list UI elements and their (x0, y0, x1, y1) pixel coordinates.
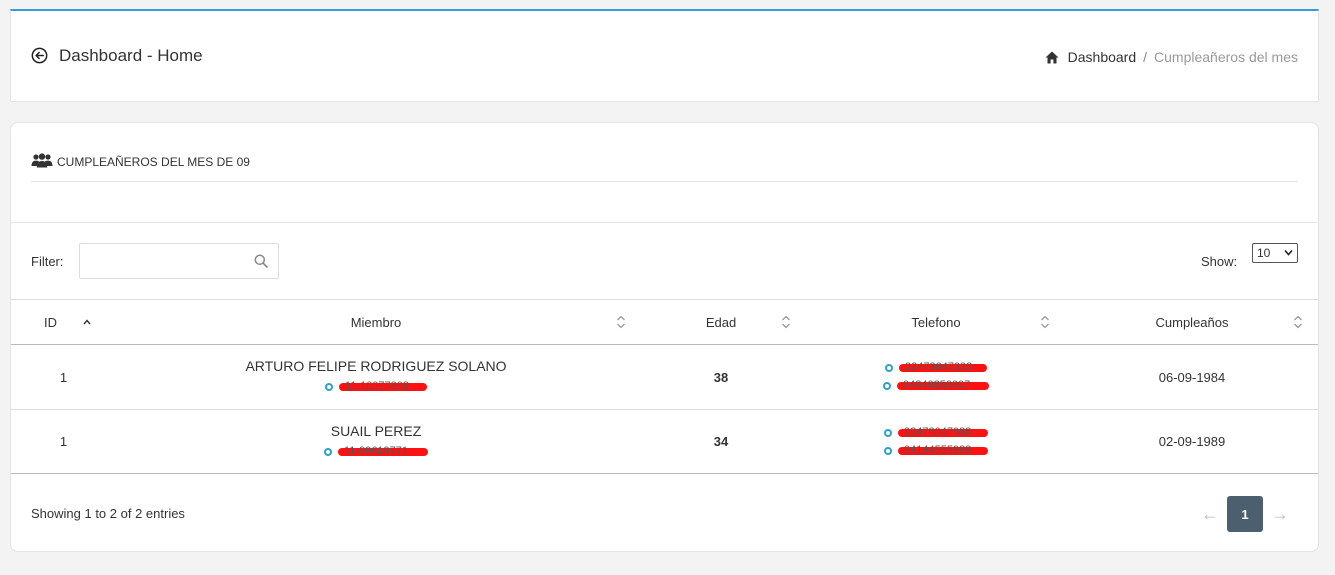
table-row: 1 ARTURO FELIPE RODRIGUEZ SOLANO 11-1007… (11, 344, 1318, 410)
back-arrow-icon[interactable] (31, 47, 48, 64)
cell-id: 1 (11, 344, 116, 410)
cell-birthday: 06-09-1984 (1066, 344, 1318, 410)
redacted-phone: 22473047333 (899, 361, 987, 373)
section-header: CUMPLEAÑEROS DEL MES DE 09 (31, 151, 1298, 182)
page-title: Dashboard - Home (59, 46, 203, 65)
column-label: Edad (705, 314, 737, 330)
sort-icon (617, 315, 625, 329)
column-label: Telefono (911, 314, 961, 330)
home-icon (1045, 51, 1059, 63)
column-header-telefono[interactable]: Telefono (806, 299, 1066, 345)
cell-member: ARTURO FELIPE RODRIGUEZ SOLANO 11-100778… (116, 344, 636, 410)
cell-age: 38 (636, 344, 806, 410)
column-label: Miembro (350, 314, 402, 330)
birthdays-panel: CUMPLEAÑEROS DEL MES DE 09 Filter: Show:… (10, 122, 1319, 552)
section-title: CUMPLEAÑEROS DEL MES DE 09 (57, 155, 250, 169)
circle-bullet-icon (883, 382, 891, 390)
column-header-cumpleanos[interactable]: Cumpleaños (1066, 299, 1318, 345)
cell-birthday: 02-09-1989 (1066, 409, 1318, 474)
sort-ascending-icon (83, 319, 91, 325)
breadcrumb-current: Cumpleañeros del mes (1154, 49, 1298, 65)
search-icon (254, 254, 268, 268)
filter-field (79, 243, 279, 279)
table-row: 1 SUAIL PEREZ 11-99619771 34 22478047988… (11, 409, 1318, 474)
column-header-id[interactable]: ID (11, 299, 116, 345)
sort-icon (1041, 315, 1049, 329)
sort-icon (782, 315, 790, 329)
circle-bullet-icon (885, 364, 893, 372)
divider (11, 222, 1318, 223)
column-label: Cumpleaños (1155, 314, 1229, 330)
breadcrumb-separator: / (1143, 49, 1148, 65)
breadcrumb-dashboard-link[interactable]: Dashboard (1068, 49, 1137, 65)
birthdays-table: ID Miembro Edad Telefono Cumpleaños 1 AR… (11, 299, 1318, 474)
circle-bullet-icon (884, 428, 892, 437)
cell-id: 1 (11, 409, 116, 474)
users-icon (31, 153, 53, 168)
page-header: Dashboard - Home Dashboard / Cumpleañero… (10, 9, 1319, 102)
circle-bullet-icon (325, 383, 333, 391)
page-1-button[interactable]: 1 (1227, 496, 1263, 532)
redacted-phone: 22478047988 (898, 426, 988, 438)
redacted-phone: 04144555988 (898, 444, 988, 456)
previous-page-button[interactable]: ← (1196, 504, 1224, 525)
redacted-document: 11-99619771 (338, 445, 428, 457)
filter-label: Filter: (31, 254, 64, 269)
entries-info: Showing 1 to 2 of 2 entries (31, 506, 185, 521)
circle-bullet-icon (884, 446, 892, 455)
next-page-button[interactable]: → (1266, 504, 1294, 525)
member-name: SUAIL PEREZ (330, 422, 422, 439)
circle-bullet-icon (324, 447, 332, 456)
cell-member: SUAIL PEREZ 11-99619771 (116, 409, 636, 474)
column-label: ID (44, 314, 57, 330)
table-header-row: ID Miembro Edad Telefono Cumpleaños (11, 299, 1318, 345)
page-size-select[interactable]: 10 (1252, 243, 1298, 263)
pagination: ← 1 → (1196, 496, 1294, 532)
page-size-value: 10 (1257, 246, 1271, 260)
redacted-phone: 04840850007 (897, 379, 989, 391)
sort-icon (1294, 315, 1302, 329)
column-header-edad[interactable]: Edad (636, 299, 806, 345)
breadcrumb: Dashboard / Cumpleañeros del mes (1045, 49, 1298, 65)
redacted-document: 11-10077808 (339, 380, 427, 392)
cell-age: 34 (636, 409, 806, 474)
cell-phone: 22473047333 04840850007 (806, 344, 1066, 410)
column-header-miembro[interactable]: Miembro (116, 299, 636, 345)
show-label: Show: (1201, 254, 1238, 269)
chevron-down-icon (1284, 249, 1293, 256)
member-name: ARTURO FELIPE RODRIGUEZ SOLANO (245, 358, 507, 374)
cell-phone: 22478047988 04144555988 (806, 409, 1066, 474)
filter-input[interactable] (80, 244, 240, 278)
